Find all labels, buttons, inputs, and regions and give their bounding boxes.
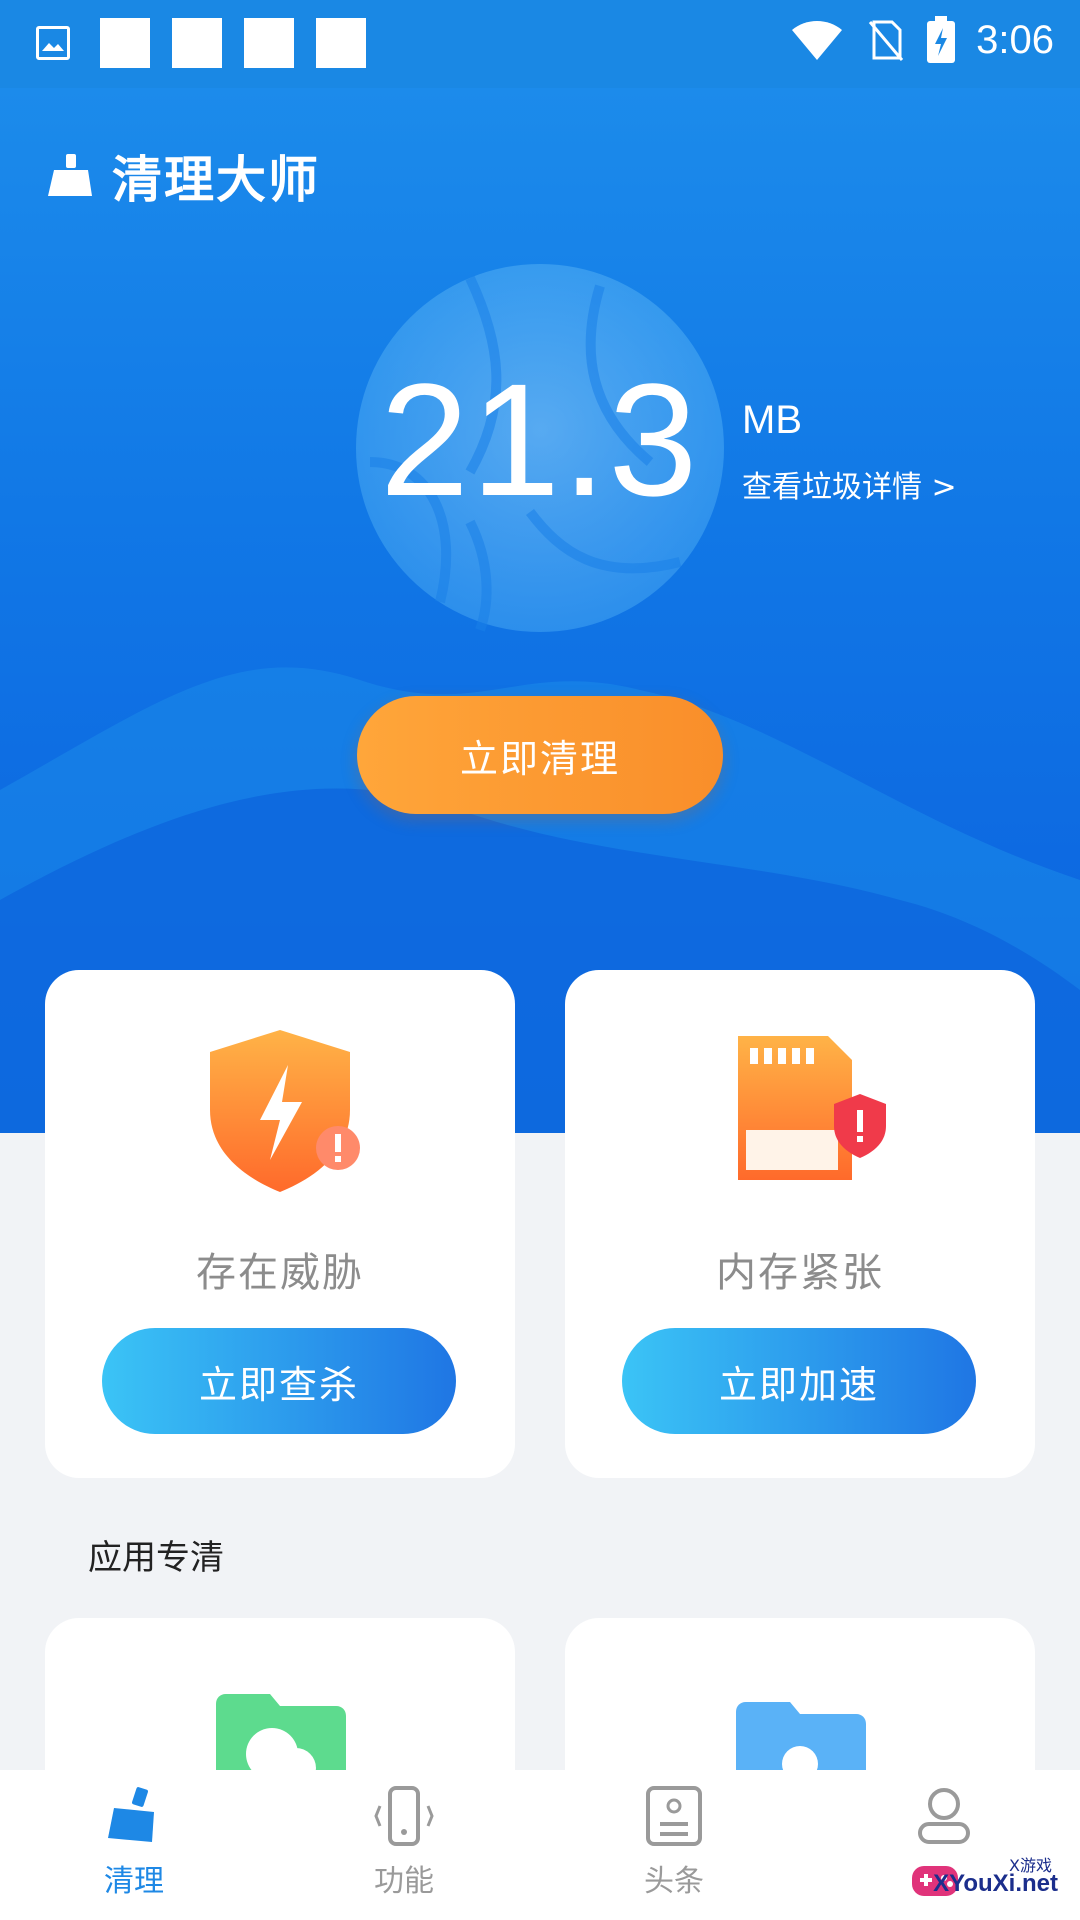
gallery-notification-icon bbox=[36, 26, 70, 60]
memory-card-warning-icon bbox=[738, 1036, 886, 1180]
notification-icon bbox=[100, 18, 150, 68]
phone-vibrate-icon bbox=[374, 1786, 434, 1846]
junk-detail-link[interactable]: 查看垃圾详情 > bbox=[742, 462, 957, 506]
watermark-logo: XYouXi.net X游戏 bbox=[910, 1852, 1070, 1912]
clock: 3:06 bbox=[976, 17, 1054, 62]
memory-status-label: 内存紧张 bbox=[716, 1250, 884, 1296]
tab-functions[interactable]: 功能 bbox=[304, 1784, 504, 1900]
memory-card[interactable]: 内存紧张 立即加速 bbox=[565, 970, 1035, 1478]
tab-label: 头条 bbox=[644, 1864, 704, 1899]
notification-icon bbox=[316, 18, 366, 68]
tab-profile[interactable] bbox=[844, 1784, 1044, 1852]
tab-label: 功能 bbox=[374, 1864, 434, 1899]
broom-icon bbox=[108, 1787, 154, 1842]
watermark-small-text: X游戏 bbox=[1009, 1856, 1052, 1875]
wifi-icon bbox=[792, 21, 843, 60]
section-title: 应用专清 bbox=[88, 1538, 224, 1578]
tab-clean[interactable]: 清理 bbox=[34, 1784, 234, 1900]
junk-size-value: 21.3 bbox=[380, 350, 700, 529]
shield-warning-icon bbox=[210, 1030, 360, 1192]
junk-size-unit: MB bbox=[742, 398, 802, 442]
battery-charging-icon bbox=[927, 16, 956, 63]
app-header: 清理大师 bbox=[44, 140, 320, 212]
notification-icon bbox=[244, 18, 294, 68]
user-icon bbox=[918, 1788, 970, 1844]
clean-now-button[interactable]: 立即清理 bbox=[357, 696, 723, 814]
threat-card[interactable]: 存在威胁 立即查杀 bbox=[45, 970, 515, 1478]
speed-up-button[interactable]: 立即加速 bbox=[622, 1328, 976, 1434]
news-icon bbox=[646, 1786, 702, 1846]
broom-icon bbox=[48, 154, 92, 196]
scan-kill-button[interactable]: 立即查杀 bbox=[102, 1328, 456, 1434]
no-sim-icon bbox=[868, 20, 904, 61]
app-title: 清理大师 bbox=[112, 151, 320, 209]
tab-label: 清理 bbox=[104, 1864, 164, 1899]
threat-status-label: 存在威胁 bbox=[196, 1250, 364, 1296]
status-bar: 3:06 bbox=[0, 0, 1080, 88]
tab-headlines[interactable]: 头条 bbox=[574, 1784, 774, 1900]
notification-icon bbox=[172, 18, 222, 68]
